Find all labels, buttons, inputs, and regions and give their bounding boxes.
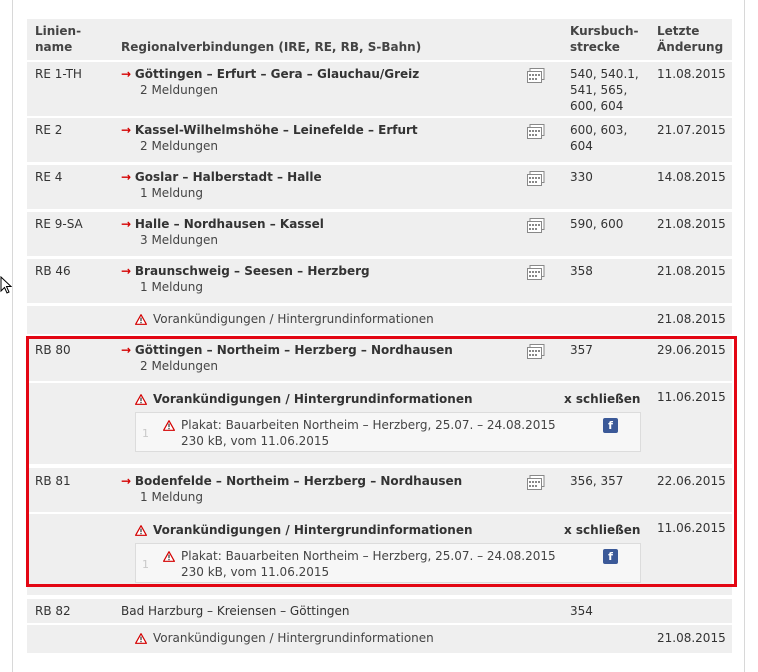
table-row: RB 82 Bad Harzburg – Kreiensen – Götting… [27,599,732,623]
timetable-icon[interactable] [527,68,545,83]
table-row: RE 1-TH → Göttingen – Erfurt – Gera – Gl… [27,62,732,116]
frame-border-right [744,0,745,672]
line-name: RB 46 [35,264,71,278]
route-link[interactable]: → Braunschweig – Seesen – Herzberg [121,263,370,279]
kbs-numbers: 540, 540.1, 541, 565, 600, 604 [570,67,639,113]
route-label: Kassel-Wilhelmshöhe – Leinefelde – Erfur… [134,123,418,137]
notice-label: Vorankündigungen / Hintergrundinformatio… [153,631,434,645]
route-label: Braunschweig – Seesen – Herzberg [134,264,370,278]
timetable-icon[interactable] [527,218,545,233]
table-row: RE 9-SA → Halle – Nordhausen – Kassel 3 … [27,212,732,256]
notice-toggle[interactable]: Vorankündigungen / Hintergrundinformatio… [135,311,434,327]
message-count: 2 Meldungen [140,139,218,153]
route-label: Göttingen – Erfurt – Gera – Glauchau/Gre… [134,67,420,81]
kbs-numbers: 330 [570,170,593,184]
timetable-icon[interactable] [527,171,545,186]
line-name: RE 9-SA [35,217,83,231]
arrow-right-icon: → [121,170,132,184]
line-name: RE 2 [35,123,63,137]
message-count: 2 Meldungen [140,83,218,97]
warning-icon [135,314,147,325]
last-changed-date: 11.08.2015 [657,67,726,81]
timetable-icon[interactable] [527,124,545,139]
header-route: Regionalverbindungen (IRE, RE, RB, S-Bah… [121,40,422,54]
line-name: RE 4 [35,170,63,184]
last-changed-date: 21.07.2015 [657,123,726,137]
arrow-right-icon: → [121,67,132,81]
header-line-name: Linien- name [35,24,82,54]
route-link[interactable]: → Halle – Nordhausen – Kassel [121,216,324,232]
arrow-right-icon: → [121,217,132,231]
notice-date: 21.08.2015 [657,631,726,645]
kbs-numbers: 358 [570,264,593,278]
notice-date: 21.08.2015 [657,312,726,326]
mouse-cursor-icon [0,276,12,294]
timetable-icon[interactable] [527,265,545,280]
table-row: RB 46 → Braunschweig – Seesen – Herzberg… [27,259,732,303]
route-label: Halle – Nordhausen – Kassel [134,217,324,231]
notice-row-collapsed: Vorankündigungen / Hintergrundinformatio… [27,625,732,653]
kbs-numbers: 590, 600 [570,217,624,231]
route-label: Bad Harzburg – Kreiensen – Göttingen [121,604,350,618]
line-name: RB 82 [35,604,71,618]
message-count: 1 Meldung [140,280,203,294]
notice-toggle[interactable]: Vorankündigungen / Hintergrundinformatio… [135,630,434,646]
frame-border-left [12,0,13,672]
highlight-box [26,336,737,587]
table-header: Linien- name Regionalverbindungen (IRE, … [27,19,732,60]
header-kbs: Kursbuch- strecke [570,24,639,54]
notice-label: Vorankündigungen / Hintergrundinformatio… [153,312,434,326]
last-changed-date: 21.08.2015 [657,217,726,231]
last-changed-date: 21.08.2015 [657,264,726,278]
route-link[interactable]: → Kassel-Wilhelmshöhe – Leinefelde – Erf… [121,122,418,138]
route-link[interactable]: → Göttingen – Erfurt – Gera – Glauchau/G… [121,66,419,82]
message-count: 3 Meldungen [140,233,218,247]
arrow-right-icon: → [121,264,132,278]
last-changed-date: 14.08.2015 [657,170,726,184]
message-count: 1 Meldung [140,186,203,200]
warning-icon [135,633,147,644]
notice-row-collapsed: Vorankündigungen / Hintergrundinformatio… [27,306,732,334]
table-row: RE 2 → Kassel-Wilhelmshöhe – Leinefelde … [27,118,732,162]
arrow-right-icon: → [121,123,132,137]
route-label: Goslar – Halberstadt – Halle [134,170,322,184]
kbs-numbers: 600, 603, 604 [570,123,628,153]
line-name: RE 1-TH [35,67,82,81]
header-last-changed: Letzte Änderung [657,24,724,54]
table-row: RE 4 → Goslar – Halberstadt – Halle 1 Me… [27,165,732,209]
route-link[interactable]: → Goslar – Halberstadt – Halle [121,169,322,185]
kbs-numbers: 354 [570,604,593,618]
